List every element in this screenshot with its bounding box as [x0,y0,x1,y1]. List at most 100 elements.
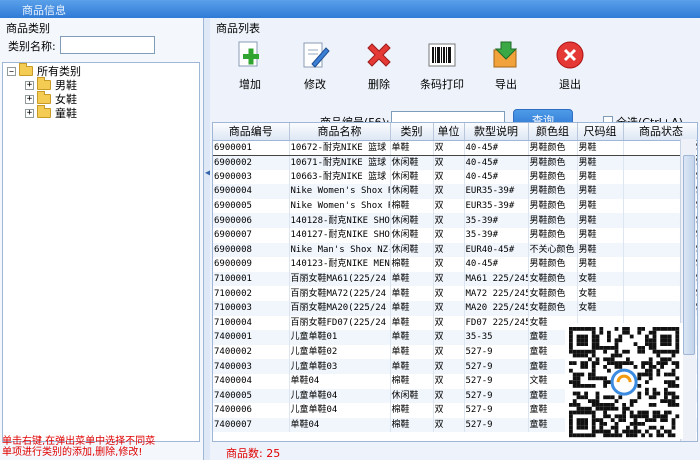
table-row[interactable]: 6900005 Nike Women's Shox R 棉鞋双 EUR35-39# 男鞋… [213,198,697,214]
table-cell: 双 [433,330,465,345]
table-row[interactable]: 7100002 百丽女鞋MA72(225/24 单鞋双 MA72 225/245 女鞋颜… [213,286,697,301]
table-cell: 7400001 [213,330,290,345]
table-cell: 527-9 [464,403,529,418]
table-cell: 双 [433,359,465,374]
tree-node-all[interactable]: − 所有类别 [7,63,81,78]
table-cell: 儿童单鞋01 [289,330,391,345]
table-cell: 7400004 [213,373,290,389]
table-cell: 单鞋 [390,300,434,316]
table-cell: 男鞋颜色 [528,169,578,185]
table-cell: 双 [433,417,465,433]
table-cell: 35-39# [464,227,529,243]
scrollbar-thumb[interactable] [683,155,695,355]
table-row[interactable]: 6900008 Nike Man's Shox NZ- 休闲鞋双 EUR40-45# 不… [213,242,697,258]
usage-hint-line: 单击右键,在弹出菜单中选择不同菜 [2,436,156,447]
grid-footer: 商品数: 25 [212,443,698,460]
table-cell: 男鞋颜色 [528,257,578,272]
table-cell: 双 [433,257,465,272]
table-row[interactable]: 6900007 140127-耐克NIKE SHO 休闲鞋双 35-39# 男鞋颜色 男鞋… [213,227,697,243]
table-row[interactable]: 690000310663-耐克NIKE 篮球休闲鞋双40-45#男鞋颜色男鞋正常 [213,169,697,185]
table-cell: 单鞋 [390,315,434,331]
collapse-icon[interactable]: − [7,66,16,76]
table-cell: 单鞋04 [289,417,391,433]
column-header[interactable]: 商品编号 [213,123,290,141]
column-header[interactable]: 商品名称 [289,123,391,141]
table-cell: 双 [433,388,465,404]
column-header[interactable]: 款型说明 [464,123,529,141]
close-icon [553,38,587,72]
table-cell: 7400006 [213,403,290,418]
table-cell: 7400003 [213,359,290,374]
table-cell: MA20 225/245 [464,300,529,316]
table-row[interactable]: 6900006 140128-耐克NIKE SHO 休闲鞋双 35-39# 男鞋颜色 男鞋… [213,213,697,228]
tree-node-women[interactable]: + 女鞋 [25,91,77,106]
table-cell: EUR35-39# [464,198,529,214]
table-cell: 百丽女鞋MA72(225/24 [289,286,391,301]
table-row[interactable]: 7100003 百丽女鞋MA20(225/24 单鞋双 MA20 225/245 女鞋颜… [213,300,697,316]
table-cell: 百丽女鞋MA20(225/24 [289,300,391,316]
table-cell: 35-39# [464,213,529,228]
expand-icon[interactable]: + [25,108,34,118]
table-cell: 儿童单鞋04 [289,403,391,418]
table-cell: 6900008 [213,242,290,258]
table-cell: 527-9 [464,373,529,389]
table-row[interactable]: 7100001 百丽女鞋MA61(225/24 单鞋双 MA61 225/245 女鞋颜… [213,271,697,287]
expand-icon[interactable]: + [25,80,34,90]
table-cell: 男鞋 [577,242,624,258]
table-cell: 6900009 [213,257,290,272]
export-icon [489,38,523,72]
column-header[interactable]: 尺码组 [577,123,624,141]
column-header[interactable]: 类别 [390,123,434,141]
table-cell: MA61 225/245 [464,271,529,287]
table-cell: 休闲鞋 [390,184,434,199]
table-cell: 女鞋 [577,271,624,287]
table-cell: 男鞋 [577,169,624,185]
edit-button[interactable]: 修改 [289,38,341,92]
table-cell: 棉鞋 [390,198,434,214]
table-cell: 男鞋 [577,155,624,170]
table-cell: 男鞋 [577,184,624,199]
expand-icon[interactable]: + [25,94,34,104]
category-search-input[interactable] [60,36,155,54]
table-cell: 双 [433,344,465,360]
table-cell: 女鞋 [577,286,624,301]
table-cell: FD07 225/245 [464,315,529,331]
table-cell: 双 [433,139,465,156]
table-cell: 6900001 [213,139,290,156]
table-cell: 单鞋04 [289,373,391,389]
add-icon [233,38,267,72]
table-cell: 男鞋 [577,257,624,272]
folder-icon [19,63,33,76]
add-button[interactable]: 增加 [224,38,276,92]
table-cell: 10672-耐克NIKE 篮球 [289,139,391,156]
column-header[interactable]: 单位 [433,123,465,141]
delete-button[interactable]: 删除 [353,38,405,92]
table-row[interactable]: 6900009140123-耐克NIKE MEN棉鞋双40-45#男鞋颜色男鞋正… [213,257,697,272]
export-button[interactable]: 导出 [480,38,532,92]
table-cell: 双 [433,184,465,199]
category-panel-header: 商品类别 [6,22,50,35]
table-cell: 7100001 [213,271,290,287]
column-header[interactable]: 颜色组 [528,123,578,141]
folder-icon [37,91,51,104]
exit-button[interactable]: 退出 [544,38,596,92]
column-header[interactable]: 商品状态 [623,123,697,141]
tree-node-kids[interactable]: + 童鞋 [25,105,77,120]
table-row[interactable]: 6900004 Nike Women's Shox R 休闲鞋双 EUR35-39# 男… [213,184,697,199]
table-row[interactable]: 690000210671-耐克NIKE 篮球休闲鞋双40-45#男鞋颜色男鞋正常 [213,155,697,170]
table-row[interactable]: 690000110672-耐克NIKE 篮球单鞋双40-45#男鞋颜色男鞋正常 [213,139,697,156]
table-cell: 男鞋颜色 [528,155,578,170]
table-cell: 休闲鞋 [390,169,434,185]
table-cell: 单鞋 [390,286,434,301]
table-cell: 男鞋颜色 [528,139,578,156]
table-cell: 140123-耐克NIKE MEN [289,257,391,272]
table-cell: 40-45# [464,139,529,156]
add-label: 增加 [239,78,261,91]
tree-node-label: 童鞋 [55,107,77,120]
barcode-print-button[interactable]: 条码打印 [416,38,468,92]
tree-node-men[interactable]: + 男鞋 [25,77,77,92]
table-cell: 女鞋颜色 [528,300,578,316]
table-cell: 棉鞋 [390,403,434,418]
table-cell: 双 [433,198,465,214]
edit-icon [298,38,332,72]
